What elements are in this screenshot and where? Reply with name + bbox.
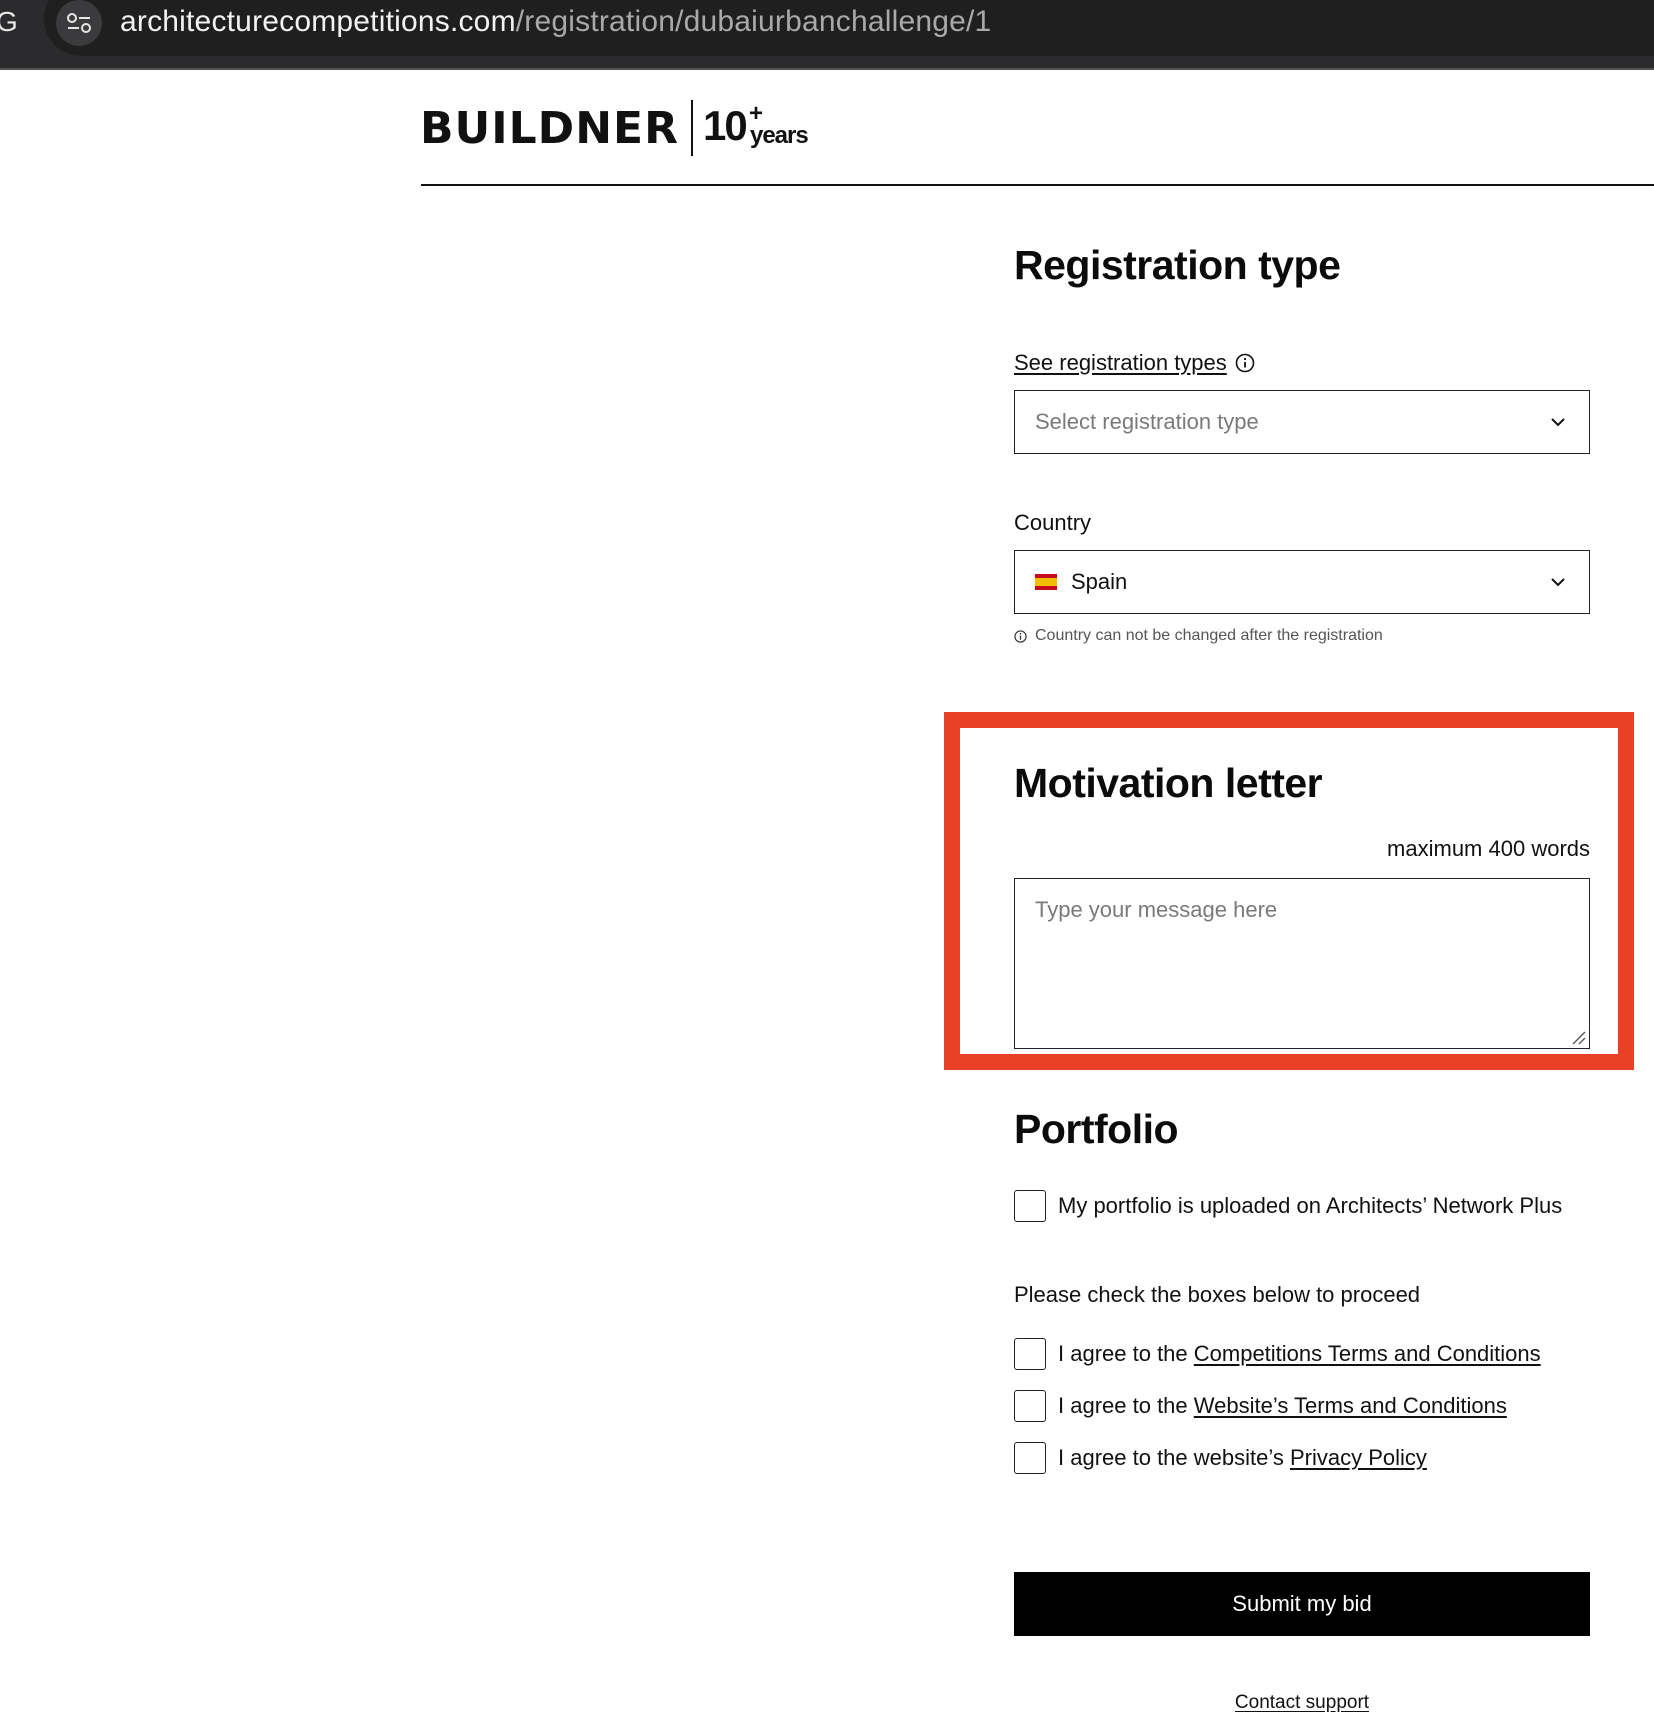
contact-support-row: Contact support xyxy=(1014,1692,1590,1714)
logo-wordmark: BUILDNER xyxy=(420,102,679,154)
resize-handle-icon[interactable] xyxy=(1571,1030,1587,1046)
url-path: /registration/dubaiurbanchallenge/1 xyxy=(515,5,992,38)
reload-icon[interactable]: G xyxy=(0,4,18,40)
country-hint-text: Country can not be changed after the reg… xyxy=(1035,627,1383,644)
agree-website-terms-row[interactable]: I agree to the Website’s Terms and Condi… xyxy=(1014,1390,1507,1422)
agreement-prefix: I agree to the xyxy=(1058,1393,1194,1418)
country-value: Spain xyxy=(1071,569,1128,594)
motivation-letter-input[interactable] xyxy=(1015,879,1589,1048)
spain-flag-icon xyxy=(1035,574,1057,590)
portfolio-uploaded-row[interactable]: My portfolio is uploaded on Architects’ … xyxy=(1014,1190,1562,1222)
logo-divider xyxy=(690,100,693,156)
chevron-down-icon xyxy=(1551,418,1565,427)
registration-type-title: Registration type xyxy=(1014,242,1341,288)
country-label: Country xyxy=(1014,510,1092,535)
portfolio-uploaded-checkbox[interactable] xyxy=(1014,1190,1046,1222)
website-terms-link[interactable]: Website’s Terms and Conditions xyxy=(1194,1393,1507,1419)
info-small-icon xyxy=(1014,629,1027,643)
badge-number: 10 xyxy=(702,102,748,149)
motivation-letter-field[interactable] xyxy=(1014,878,1590,1049)
portfolio-title: Portfolio xyxy=(1014,1106,1179,1152)
contact-support-link[interactable]: Contact support xyxy=(1235,1692,1369,1713)
registration-type-select[interactable]: Select registration type xyxy=(1014,390,1590,454)
privacy-policy-link[interactable]: Privacy Policy xyxy=(1290,1445,1427,1471)
buildner-logo[interactable]: BUILDNER 10 + years xyxy=(420,98,813,158)
word-limit-note: maximum 400 words xyxy=(1387,836,1590,861)
agree-privacy-policy-checkbox[interactable] xyxy=(1014,1442,1046,1474)
url-text[interactable]: architecturecompetitions.com/registratio… xyxy=(120,2,991,42)
agreement-prefix: I agree to the website’s xyxy=(1058,1445,1290,1470)
country-select[interactable]: Spain xyxy=(1014,550,1590,614)
country-hint: Country can not be changed after the reg… xyxy=(1014,627,1383,645)
see-registration-types-link[interactable]: See registration types xyxy=(1014,350,1227,376)
badge-years: years xyxy=(749,122,809,149)
info-icon[interactable] xyxy=(1235,353,1255,373)
chevron-down-icon xyxy=(1551,578,1565,587)
agreements-intro: Please check the boxes below to proceed xyxy=(1014,1282,1421,1307)
agreement-prefix: I agree to the xyxy=(1058,1341,1194,1366)
registration-type-placeholder: Select registration type xyxy=(1035,409,1259,434)
site-settings-icon[interactable] xyxy=(56,0,102,46)
submit-bid-button[interactable]: Submit my bid xyxy=(1014,1572,1590,1636)
motivation-letter-title: Motivation letter xyxy=(1014,760,1323,806)
agree-website-terms-checkbox[interactable] xyxy=(1014,1390,1046,1422)
agree-competition-terms-checkbox[interactable] xyxy=(1014,1338,1046,1370)
see-registration-types-row: See registration types xyxy=(1014,350,1255,376)
header-divider xyxy=(421,184,1654,186)
agree-competition-terms-row[interactable]: I agree to the Competitions Terms and Co… xyxy=(1014,1338,1541,1370)
anniversary-badge: 10 + years xyxy=(703,100,813,156)
agree-privacy-policy-row[interactable]: I agree to the website’s Privacy Policy xyxy=(1014,1442,1427,1474)
competitions-terms-link[interactable]: Competitions Terms and Conditions xyxy=(1194,1341,1541,1367)
url-host: architecturecompetitions.com xyxy=(120,5,516,38)
browser-toolbar: G architecturecompetitions.com/registrat… xyxy=(0,0,1654,70)
portfolio-uploaded-label: My portfolio is uploaded on Architects’ … xyxy=(1058,1193,1563,1218)
